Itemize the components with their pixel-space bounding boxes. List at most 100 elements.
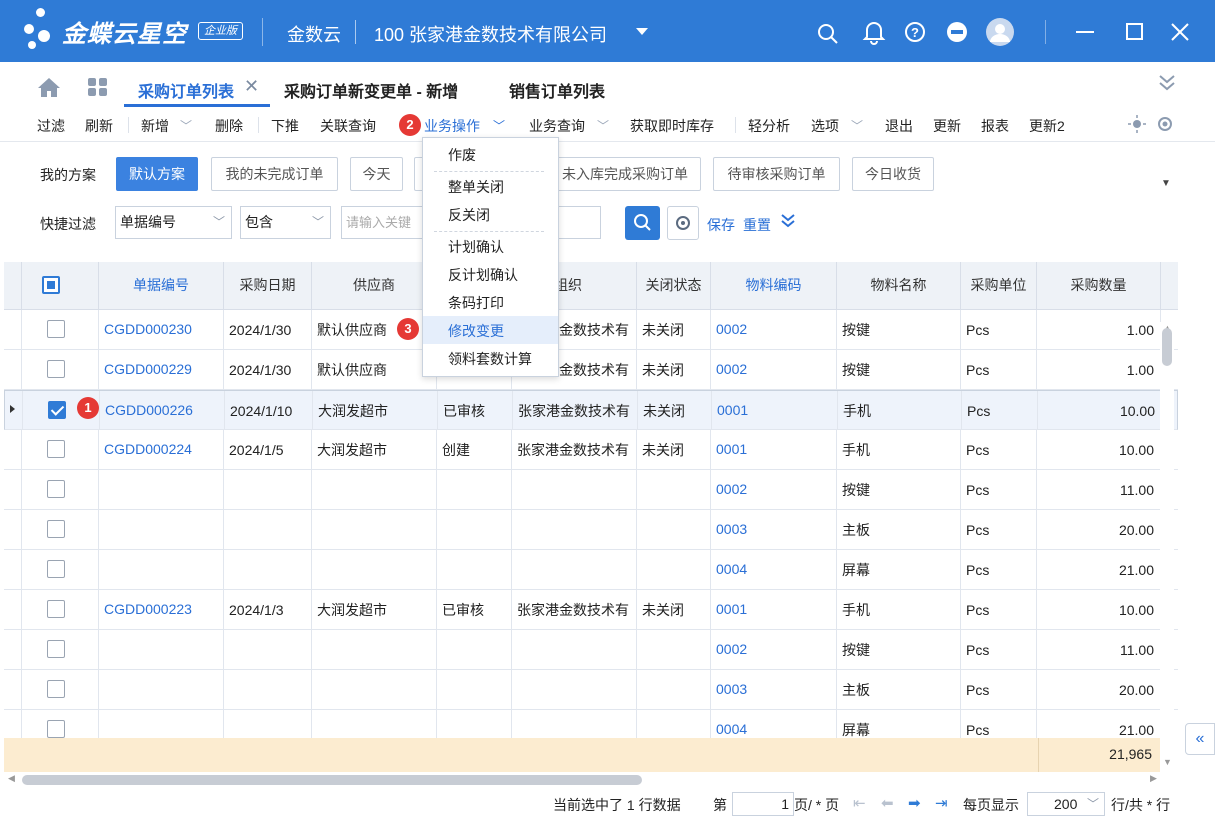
row-checkbox[interactable] bbox=[47, 360, 65, 378]
scheme-today-receipt[interactable]: 今日收货 bbox=[852, 157, 934, 191]
exit-button[interactable]: 退出 bbox=[885, 116, 913, 136]
minimize-icon[interactable] bbox=[1076, 31, 1094, 33]
select-all-checkbox[interactable] bbox=[42, 276, 60, 294]
row-checkbox[interactable] bbox=[47, 600, 65, 618]
business-query-button[interactable]: 业务查询 bbox=[529, 116, 585, 136]
side-panel-expand-icon[interactable]: « bbox=[1185, 723, 1215, 755]
options-button[interactable]: 选项 bbox=[811, 116, 839, 136]
cell-bill-no[interactable]: CGDD000226 bbox=[100, 391, 225, 431]
push-down-button[interactable]: 下推 bbox=[271, 116, 299, 136]
menu-item-void[interactable]: 作废 bbox=[448, 145, 476, 165]
filter-operator-select[interactable]: 包含 ﹀ bbox=[240, 206, 331, 239]
menu-item-unclose[interactable]: 反关闭 bbox=[448, 205, 490, 225]
company-selector[interactable]: 100 张家港金数技术有限公司 bbox=[374, 21, 607, 47]
header-material-name[interactable]: 物料名称 bbox=[837, 262, 961, 310]
menu-item-modify-change[interactable]: 修改变更 bbox=[448, 321, 504, 341]
maximize-icon[interactable] bbox=[1126, 23, 1143, 40]
theme-sun-icon[interactable] bbox=[1128, 115, 1146, 133]
apps-grid-icon[interactable] bbox=[87, 77, 109, 97]
filter-field-select[interactable]: 单据编号 ﹀ bbox=[115, 206, 232, 239]
last-page-icon[interactable]: ⇥ bbox=[935, 794, 948, 812]
header-purchase-date[interactable]: 采购日期 bbox=[224, 262, 312, 310]
first-page-icon[interactable]: ⇤ bbox=[853, 794, 866, 812]
get-stock-button[interactable]: 获取即时库存 bbox=[630, 116, 714, 136]
table-row[interactable]: 0004 屏幕 Pcs 21.00 bbox=[4, 710, 1178, 738]
filter-settings-button[interactable] bbox=[667, 206, 699, 240]
close-icon[interactable] bbox=[1170, 22, 1190, 42]
cell-bill-no[interactable]: CGDD000229 bbox=[99, 350, 224, 390]
page-size-select[interactable]: 200 ﹀ bbox=[1027, 792, 1105, 816]
help-icon[interactable]: ? bbox=[903, 20, 927, 44]
vertical-scroll-thumb[interactable] bbox=[1162, 328, 1172, 366]
cell-material-code[interactable]: 0002 bbox=[711, 630, 837, 670]
row-checkbox[interactable] bbox=[47, 440, 65, 458]
cell-bill-no[interactable] bbox=[99, 510, 224, 550]
refresh-button[interactable]: 刷新 bbox=[85, 116, 113, 136]
row-checkbox[interactable] bbox=[47, 480, 65, 498]
cloud-name[interactable]: 金数云 bbox=[287, 21, 341, 47]
delete-button[interactable]: 删除 bbox=[215, 116, 243, 136]
cell-material-code[interactable]: 0003 bbox=[711, 510, 837, 550]
scheme-pending-review[interactable]: 待审核采购订单 bbox=[713, 157, 840, 191]
prev-page-icon[interactable]: ⬅ bbox=[881, 794, 894, 812]
scheme-today[interactable]: 今天 bbox=[350, 157, 403, 191]
filter-button[interactable]: 过滤 bbox=[37, 116, 65, 136]
new-button[interactable]: 新增 bbox=[141, 116, 169, 136]
scheme-my-unfinished[interactable]: 我的未完成订单 bbox=[211, 157, 338, 191]
cell-material-code[interactable]: 0002 bbox=[711, 350, 837, 390]
cell-bill-no[interactable]: CGDD000223 bbox=[99, 590, 224, 630]
cell-material-code[interactable]: 0001 bbox=[711, 590, 837, 630]
table-row[interactable]: 0004 屏幕 Pcs 21.00 bbox=[4, 550, 1178, 590]
cell-bill-no[interactable]: CGDD000230 bbox=[99, 310, 224, 350]
search-button[interactable] bbox=[625, 206, 660, 240]
cell-bill-no[interactable] bbox=[99, 670, 224, 710]
cell-material-code[interactable]: 0004 bbox=[711, 550, 837, 590]
header-supplier[interactable]: 供应商 bbox=[312, 262, 437, 310]
page-number-input[interactable]: 1 bbox=[732, 792, 794, 816]
menu-item-barcode-print[interactable]: 条码打印 bbox=[448, 293, 504, 313]
collapse-panel-icon[interactable]: ▼ bbox=[1161, 178, 1171, 189]
scroll-down-icon[interactable]: ▼ bbox=[1163, 757, 1172, 767]
settings-gear-icon[interactable] bbox=[1155, 114, 1175, 134]
caret-down-icon[interactable] bbox=[636, 28, 648, 35]
table-row[interactable]: CGDD000230 2024/1/30 默认供应商 张家港金数技术有 未关闭 0002 按… bbox=[4, 310, 1178, 350]
row-checkbox[interactable] bbox=[47, 680, 65, 698]
tab-sales-order-list[interactable]: 销售订单列表 bbox=[509, 78, 605, 102]
row-checkbox[interactable] bbox=[47, 320, 65, 338]
tab-close-icon[interactable]: ✕ bbox=[244, 76, 259, 97]
chevron-down-icon[interactable]: ﹀ bbox=[851, 117, 863, 134]
chevron-down-icon[interactable]: ﹀ bbox=[597, 117, 609, 134]
cell-material-code[interactable]: 0002 bbox=[711, 310, 837, 350]
cell-bill-no[interactable] bbox=[99, 710, 224, 738]
search-icon[interactable] bbox=[816, 22, 840, 46]
table-row[interactable]: 0002 按键 Pcs 11.00 bbox=[4, 470, 1178, 510]
horizontal-scroll-thumb[interactable] bbox=[22, 775, 642, 785]
table-row[interactable]: CGDD000226 2024/1/10 大润发超市 已审核 张家港金数技术有 未关闭 00… bbox=[4, 390, 1178, 431]
cell-bill-no[interactable] bbox=[99, 630, 224, 670]
header-bill-no[interactable]: 单据编号 bbox=[99, 262, 224, 310]
tab-purchase-order-list[interactable]: 采购订单列表 bbox=[138, 78, 234, 102]
row-checkbox[interactable] bbox=[47, 640, 65, 658]
more-menu-icon[interactable] bbox=[945, 20, 969, 44]
report-button[interactable]: 报表 bbox=[981, 116, 1009, 136]
menu-item-unplan-confirm[interactable]: 反计划确认 bbox=[448, 265, 518, 285]
update2-button[interactable]: 更新2 bbox=[1029, 116, 1065, 136]
cell-bill-no[interactable] bbox=[99, 550, 224, 590]
menu-item-plan-confirm[interactable]: 计划确认 bbox=[448, 237, 504, 257]
table-row[interactable]: CGDD000224 2024/1/5 大润发超市 创建 张家港金数技术有 未关闭 0001… bbox=[4, 430, 1178, 470]
table-row[interactable]: 0003 主板 Pcs 20.00 bbox=[4, 670, 1178, 710]
table-row[interactable]: 0003 主板 Pcs 20.00 bbox=[4, 510, 1178, 550]
business-ops-button[interactable]: 业务操作 bbox=[424, 116, 480, 136]
expand-double-chevron-icon[interactable] bbox=[779, 212, 797, 230]
header-purchase-qty[interactable]: 采购数量 bbox=[1037, 262, 1161, 310]
vertical-scrollbar[interactable] bbox=[1160, 322, 1174, 768]
cell-bill-no[interactable] bbox=[99, 470, 224, 510]
chevron-down-icon[interactable]: ﹀ bbox=[493, 117, 505, 134]
bell-icon[interactable] bbox=[862, 19, 886, 45]
cell-material-code[interactable]: 0004 bbox=[711, 710, 837, 738]
header-close-status[interactable]: 关闭状态 bbox=[637, 262, 711, 310]
cell-material-code[interactable]: 0003 bbox=[711, 670, 837, 710]
header-purchase-unit[interactable]: 采购单位 bbox=[961, 262, 1037, 310]
cell-material-code[interactable]: 0002 bbox=[711, 470, 837, 510]
update-button[interactable]: 更新 bbox=[933, 116, 961, 136]
